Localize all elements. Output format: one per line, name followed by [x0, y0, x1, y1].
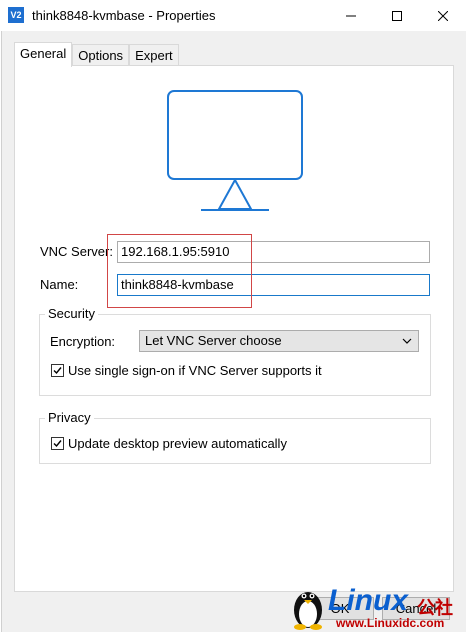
penguin-logo-icon	[294, 592, 322, 630]
security-group-title: Security	[45, 306, 98, 321]
sso-checkbox[interactable]	[51, 364, 64, 377]
name-label: Name:	[40, 277, 79, 292]
sso-checkbox-row[interactable]: Use single sign-on if VNC Server support…	[51, 363, 322, 378]
preview-checkbox[interactable]	[51, 437, 64, 450]
security-group	[39, 314, 431, 396]
title-bar[interactable]: V2 think8848-kvmbase - Properties	[0, 0, 466, 31]
preview-checkbox-row[interactable]: Update desktop preview automatically	[51, 436, 287, 451]
tab-options[interactable]: Options	[72, 44, 130, 66]
tab-general[interactable]: General	[14, 42, 73, 67]
chevron-down-icon	[402, 338, 412, 344]
maximize-icon	[392, 10, 402, 21]
vnc-app-icon: V2	[8, 7, 24, 23]
watermark-brand: Linux	[328, 584, 408, 617]
tab-expert[interactable]: Expert	[129, 44, 179, 66]
maximize-button[interactable]	[374, 0, 420, 31]
general-tab-panel: VNC Server: 192.168.1.95:5910 Name: thin…	[14, 65, 454, 592]
watermark: Linux 公社 www.Linuxidc.com	[290, 582, 466, 633]
window-title: think8848-kvmbase - Properties	[32, 8, 216, 23]
tab-strip: General Options Expert	[14, 42, 179, 67]
close-button[interactable]	[420, 0, 466, 31]
minimize-button[interactable]	[328, 0, 374, 31]
privacy-group-title: Privacy	[45, 410, 94, 425]
monitor-icon	[167, 90, 303, 211]
encryption-label: Encryption:	[50, 334, 116, 349]
watermark-url: www.Linuxidc.com	[336, 616, 445, 630]
encryption-value: Let VNC Server choose	[145, 333, 282, 348]
dialog-body: General Options Expert VNC Server: 192.1…	[1, 31, 466, 632]
checkmark-icon	[53, 440, 62, 448]
vnc-server-label: VNC Server:	[40, 244, 113, 259]
encryption-select[interactable]: Let VNC Server choose	[139, 330, 419, 352]
minimize-icon	[346, 15, 356, 16]
sso-label: Use single sign-on if VNC Server support…	[68, 363, 322, 378]
checkmark-icon	[53, 367, 62, 375]
preview-label: Update desktop preview automatically	[68, 436, 287, 451]
close-icon	[438, 10, 448, 21]
annotation-highlight-box	[107, 234, 252, 308]
